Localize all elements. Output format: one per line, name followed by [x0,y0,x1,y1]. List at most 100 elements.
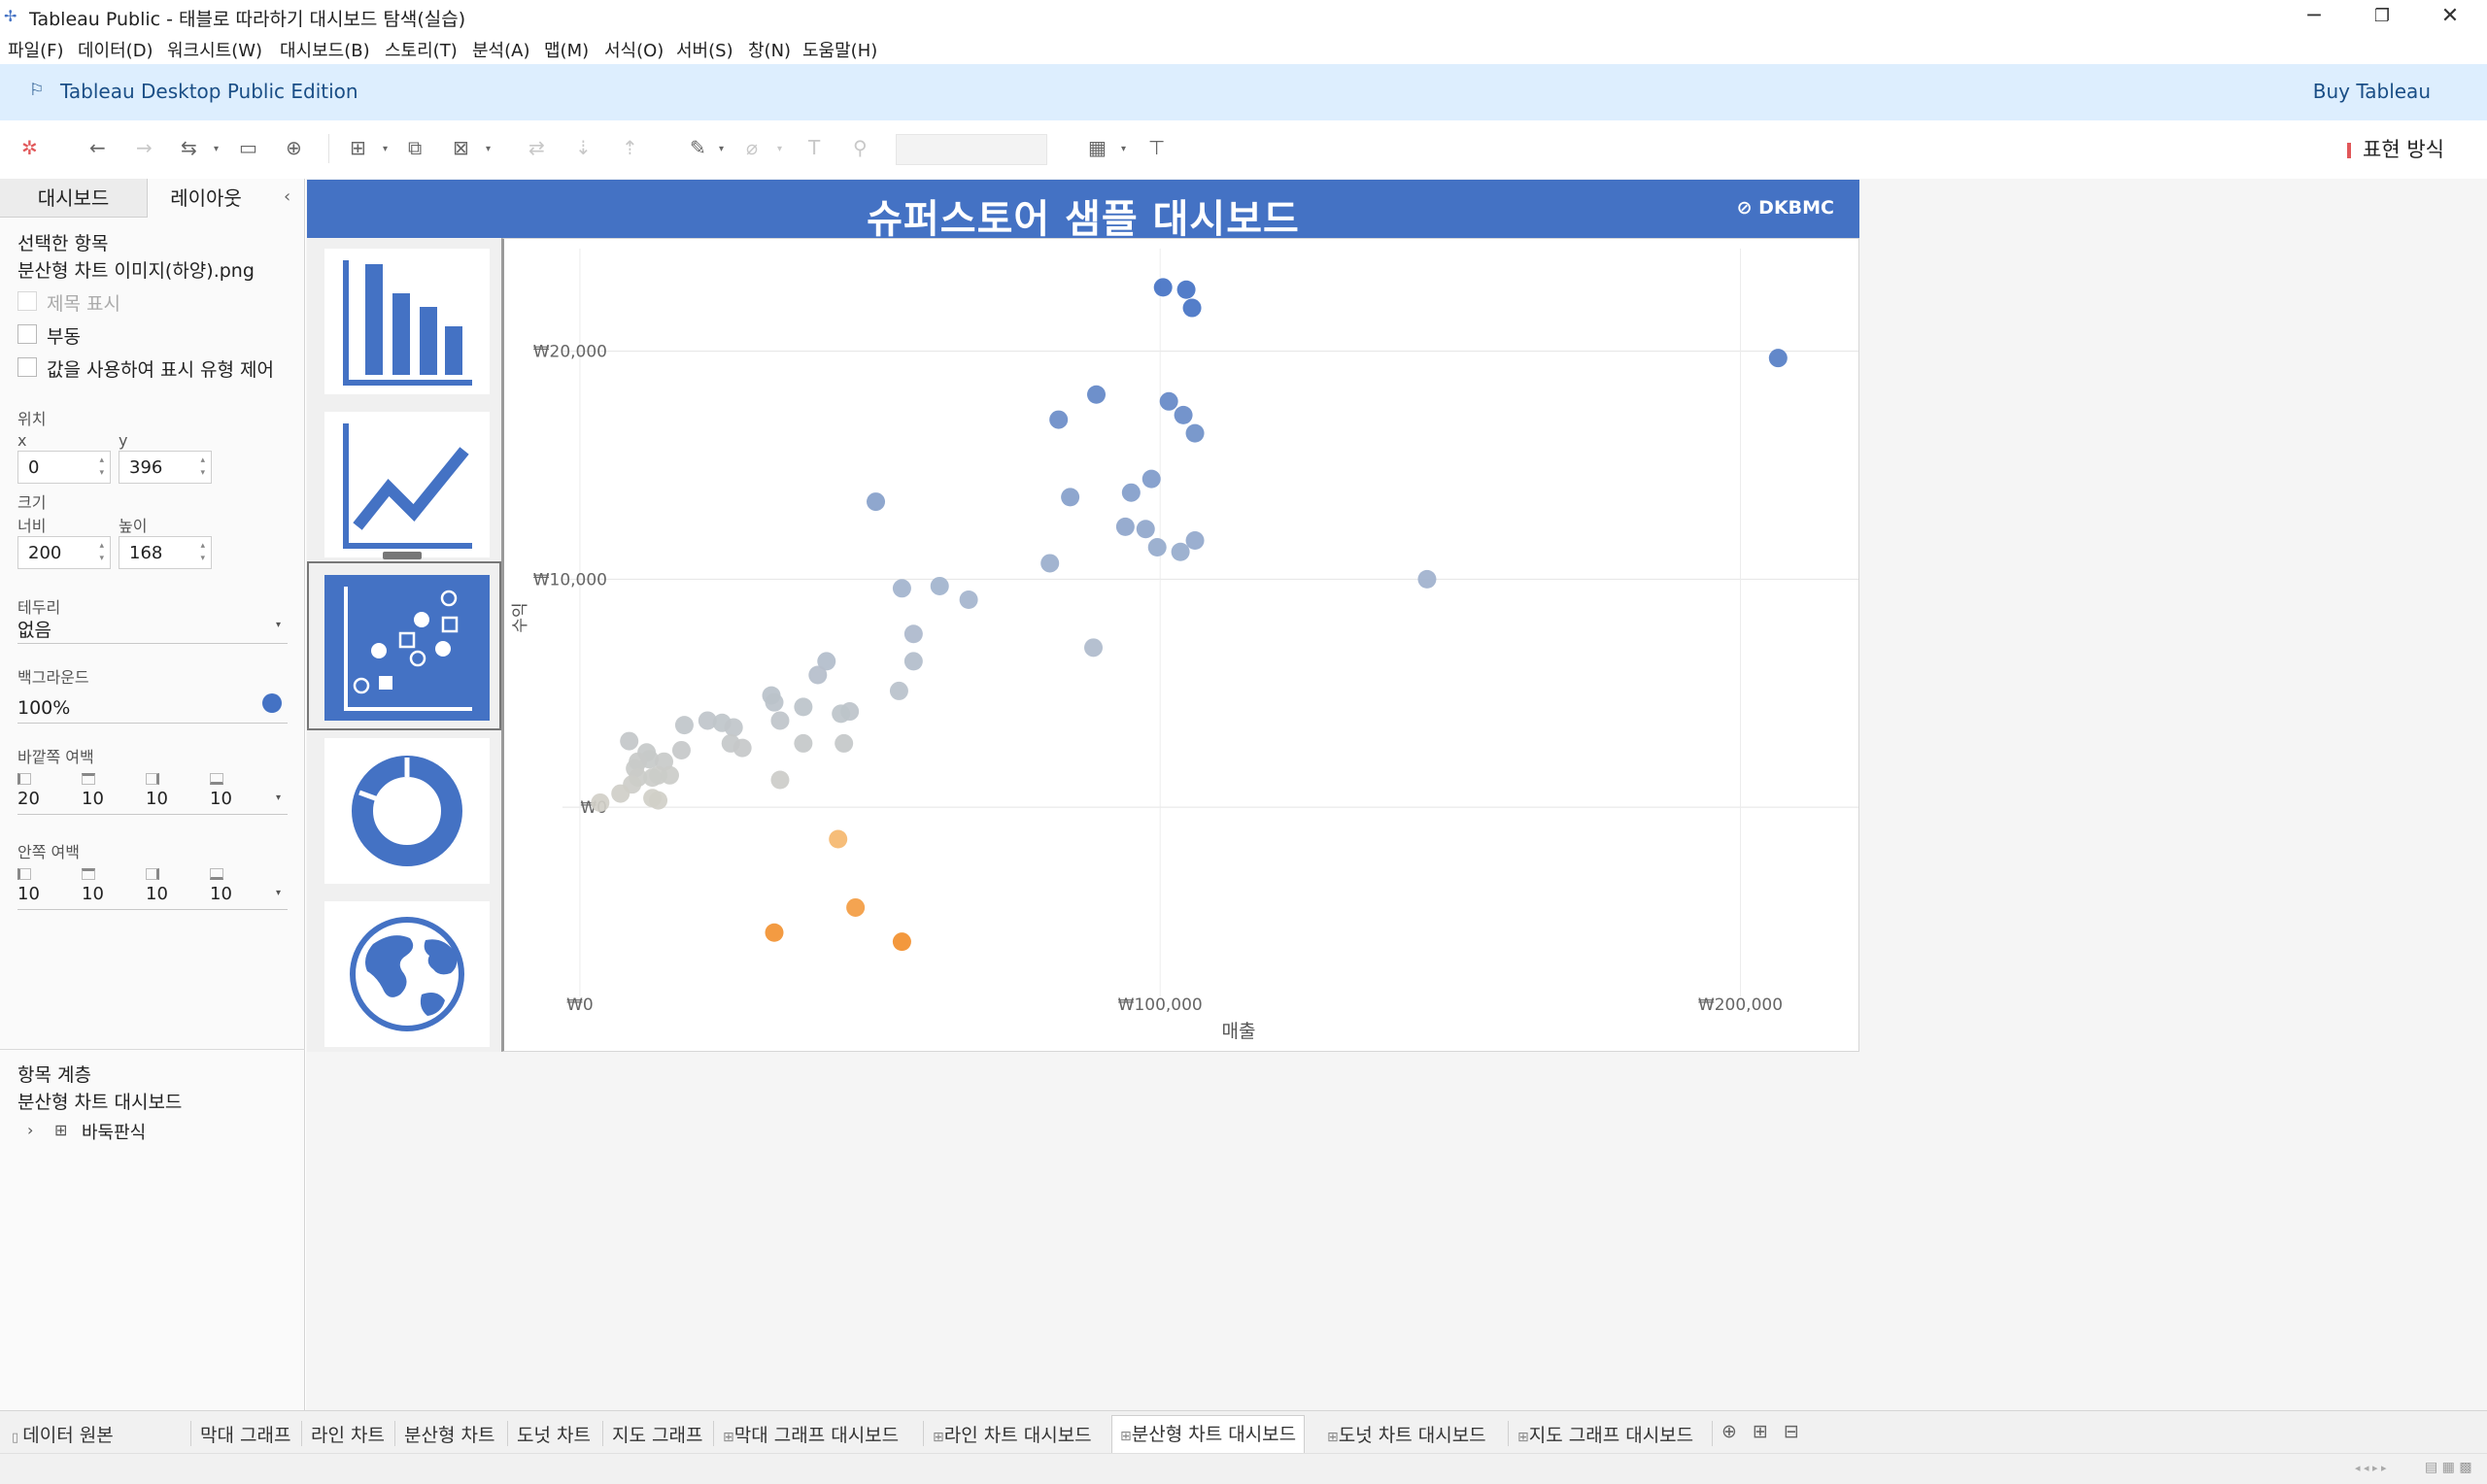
menu-data[interactable]: 데이터(D) [78,37,153,62]
tab-layout[interactable]: 레이아웃 [148,179,264,218]
tableau-icon[interactable]: ✲ [21,136,38,159]
undo-icon[interactable]: ← [89,136,106,159]
spinner-arrows-icon[interactable]: ▴ ▾ [200,455,205,480]
dropdown-icon[interactable]: ▾ [719,144,724,154]
tab-donut-chart[interactable]: 도넛 차트 [509,1417,598,1448]
y-position-input[interactable]: 396 ▴ ▾ [119,451,212,484]
new-story-tab-icon[interactable]: ⊟ [1776,1417,1807,1448]
scatter-point[interactable] [794,697,813,717]
menu-dashboard[interactable]: 대시보드(B) [280,37,370,62]
scatter-point[interactable] [732,738,752,758]
scatter-point[interactable] [649,791,668,810]
navigation-arrows-icon[interactable]: ◂ ◂ ▸ ▸ [2355,1462,2387,1474]
device-preview-icon[interactable]: ⊤ [1148,136,1165,159]
new-dashboard-tab-icon[interactable]: ⊞ [1745,1417,1776,1448]
show-title-checkbox[interactable] [17,291,37,311]
hierarchy-root[interactable]: 분산형 차트 대시보드 [17,1088,182,1114]
scatter-point[interactable] [959,590,978,610]
buy-tableau-link[interactable]: Buy Tableau [2313,80,2431,103]
dropdown-icon[interactable]: ▾ [1121,144,1126,154]
dropdown-icon[interactable]: ▾ [214,144,219,154]
clear-sheet-icon[interactable]: ⊠ [453,136,469,159]
save-icon[interactable]: ▭ [239,136,257,159]
tab-map-chart[interactable]: 지도 그래프 [604,1417,710,1448]
nav-donut-chart[interactable] [324,738,490,884]
hierarchy-child[interactable]: 바둑판식 [82,1119,146,1144]
new-worksheet-tab-icon[interactable]: ⊕ [1714,1417,1745,1448]
menu-story[interactable]: 스토리(T) [385,37,458,62]
tab-dashboard[interactable]: 대시보드 [0,179,148,218]
scatter-point[interactable] [1136,520,1155,539]
scatter-point[interactable] [660,765,679,785]
selected-item-frame[interactable] [307,561,501,730]
scatter-point[interactable] [892,932,911,952]
close-icon[interactable]: ✕ [2431,2,2470,31]
scatter-point[interactable] [808,665,828,685]
scatter-point[interactable] [724,718,743,737]
inner-padding-top[interactable]: 10 [82,884,104,904]
inner-padding-right[interactable]: 10 [146,884,168,904]
scatter-point[interactable] [829,829,848,849]
tab-bar-chart[interactable]: 막대 그래프 [192,1417,298,1448]
menu-worksheet[interactable]: 워크시트(W) [167,37,262,62]
scatter-point[interactable] [1087,385,1107,404]
dropdown-icon[interactable]: ▾ [486,144,491,154]
chevron-down-icon[interactable]: ▾ [276,793,281,803]
scatter-point[interactable] [832,704,851,724]
minimize-icon[interactable]: ─ [2295,2,2334,31]
scatter-point[interactable] [835,733,854,753]
scatter-point[interactable] [671,740,691,759]
scatter-point[interactable] [889,681,908,700]
outer-padding-top[interactable]: 10 [82,789,104,809]
inner-padding-bottom[interactable]: 10 [210,884,232,904]
scatter-point[interactable] [1768,349,1788,368]
tab-scatter-dashboard[interactable]: ⊞분산형 차트 대시보드 [1111,1415,1306,1454]
scatter-point[interactable] [1174,405,1193,424]
scatter-point[interactable] [1182,298,1202,318]
sort-descending-icon[interactable]: ⇡ [622,136,638,159]
height-input[interactable]: 168 ▴ ▾ [119,536,212,569]
sort-ascending-icon[interactable]: ⇣ [575,136,592,159]
outer-padding-bottom[interactable]: 10 [210,789,232,809]
border-select[interactable]: 없음 [17,616,51,642]
swap-icon[interactable]: ⇄ [528,136,545,159]
labels-icon[interactable]: T [808,136,820,159]
chevron-down-icon[interactable]: ▾ [276,620,281,630]
scatter-point[interactable] [892,579,911,598]
scatter-chart[interactable]: ₩20,000 ₩10,000 ₩0 ₩0 ₩100,000 ₩200,000 매출 수… [501,238,1859,1052]
restore-icon[interactable]: ❐ [2363,2,2402,31]
replace-data-icon[interactable]: ⇆ [181,136,197,159]
spinner-arrows-icon[interactable]: ▴ ▾ [200,540,205,565]
menu-file[interactable]: 파일(F) [8,37,64,62]
menu-help[interactable]: 도움말(H) [802,37,877,62]
spinner-arrows-icon[interactable]: ▴ ▾ [99,455,104,480]
highlight-icon[interactable]: ✎ [690,136,706,159]
scatter-point[interactable] [1061,488,1080,507]
menu-map[interactable]: 맵(M) [544,37,589,62]
scatter-point[interactable] [1185,530,1205,550]
background-color-swatch[interactable] [262,693,282,713]
scatter-point[interactable] [794,733,813,753]
scatter-svg[interactable]: ₩20,000 ₩10,000 ₩0 ₩0 ₩100,000 ₩200,000 매출 수… [504,239,1859,1051]
scatter-point[interactable] [1049,410,1069,429]
scatter-points[interactable] [591,278,1788,952]
tab-bar-dashboard[interactable]: ⊞막대 그래프 대시보드 [715,1417,906,1448]
scatter-point[interactable] [1159,391,1178,411]
tab-scatter-chart[interactable]: 분산형 차트 [396,1417,502,1448]
tab-data-source[interactable]: ▯ 데이터 원본 [4,1417,121,1448]
duplicate-icon[interactable]: ⧉ [408,136,422,159]
redo-icon[interactable]: → [136,136,153,159]
background-opacity[interactable]: 100% [17,697,70,719]
scatter-point[interactable] [846,897,866,917]
scatter-point[interactable] [1185,423,1205,443]
scatter-point[interactable] [1084,638,1104,658]
outer-padding-right[interactable]: 10 [146,789,168,809]
fit-select[interactable] [896,134,1047,165]
scatter-point[interactable] [867,492,886,512]
group-icon[interactable]: ⌀ [746,136,758,159]
width-input[interactable]: 200 ▴ ▾ [17,536,111,569]
new-data-source-icon[interactable]: ⊕ [286,136,302,159]
expand-chevron-icon[interactable]: › [27,1121,33,1139]
scatter-point[interactable] [765,692,784,712]
new-worksheet-icon[interactable]: ⊞ [350,136,366,159]
